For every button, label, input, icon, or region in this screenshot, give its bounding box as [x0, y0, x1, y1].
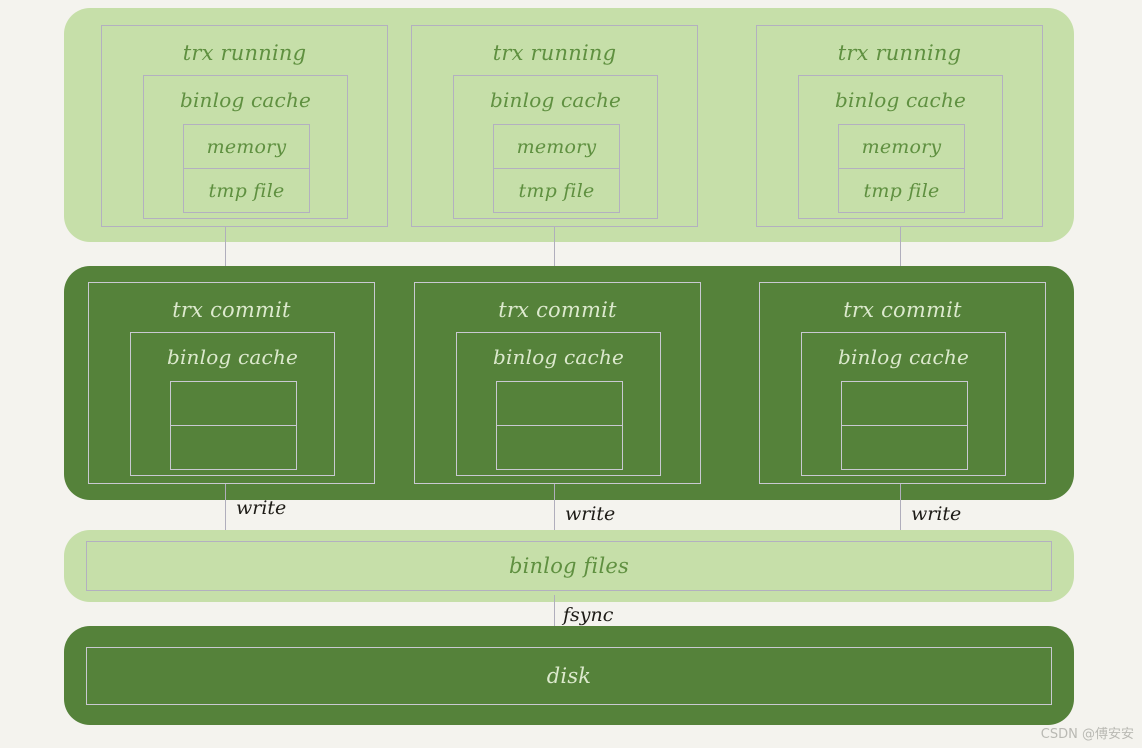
- tmp-file-label-2: tmp file: [518, 180, 595, 202]
- binlog-cache-box-3: binlog cache memory tmp file: [798, 75, 1003, 219]
- memory-box-1: memory: [183, 124, 310, 169]
- commit-slot-box-1a: [170, 381, 297, 426]
- binlog-files-band: binlog files: [64, 530, 1074, 602]
- trx-commit-band: trx commit binlog cache trx commit binlo…: [64, 266, 1074, 500]
- commit-slot-box-3b: [841, 425, 968, 470]
- tmp-file-label-3: tmp file: [863, 180, 940, 202]
- write-label-3: write: [911, 503, 962, 525]
- binlog-cache-label-1: binlog cache: [179, 88, 312, 112]
- binlog-cache-label-2: binlog cache: [489, 88, 622, 112]
- commit-slot-box-2a: [496, 381, 623, 426]
- memory-label-2: memory: [516, 136, 597, 158]
- trx-running-panel-3: trx running binlog cache memory tmp file: [756, 25, 1043, 227]
- trx-running-title-2: trx running: [492, 41, 617, 65]
- commit-slot-box-2b: [496, 425, 623, 470]
- memory-box-2: memory: [493, 124, 620, 169]
- disk-band: disk: [64, 626, 1074, 725]
- disk-label: disk: [546, 664, 592, 688]
- disk-box: disk: [86, 647, 1052, 705]
- commit-binlog-cache-box-1: binlog cache: [130, 332, 335, 476]
- commit-binlog-cache-box-2: binlog cache: [456, 332, 661, 476]
- binlog-cache-box-1: binlog cache memory tmp file: [143, 75, 348, 219]
- diagram-canvas: trx running binlog cache memory tmp file…: [0, 0, 1142, 748]
- tmp-file-box-2: tmp file: [493, 168, 620, 213]
- memory-box-3: memory: [838, 124, 965, 169]
- trx-commit-panel-1: trx commit binlog cache: [88, 282, 375, 484]
- commit-slot-box-3a: [841, 381, 968, 426]
- trx-running-panel-2: trx running binlog cache memory tmp file: [411, 25, 698, 227]
- commit-slot-box-1b: [170, 425, 297, 470]
- trx-commit-title-2: trx commit: [498, 298, 617, 322]
- trx-commit-title-3: trx commit: [843, 298, 962, 322]
- commit-binlog-cache-label-1: binlog cache: [166, 345, 299, 369]
- memory-label-1: memory: [206, 136, 287, 158]
- trx-running-title-1: trx running: [182, 41, 307, 65]
- commit-binlog-cache-label-3: binlog cache: [837, 345, 970, 369]
- write-label-1: write: [236, 497, 287, 519]
- trx-commit-panel-2: trx commit binlog cache: [414, 282, 701, 484]
- tmp-file-box-1: tmp file: [183, 168, 310, 213]
- tmp-file-label-1: tmp file: [208, 180, 285, 202]
- binlog-cache-label-3: binlog cache: [834, 88, 967, 112]
- binlog-files-box: binlog files: [86, 541, 1052, 591]
- binlog-cache-box-2: binlog cache memory tmp file: [453, 75, 658, 219]
- trx-running-panel-1: trx running binlog cache memory tmp file: [101, 25, 388, 227]
- trx-running-band: trx running binlog cache memory tmp file…: [64, 8, 1074, 242]
- fsync-label: fsync: [563, 604, 614, 626]
- memory-label-3: memory: [861, 136, 942, 158]
- trx-running-title-3: trx running: [837, 41, 962, 65]
- csdn-watermark: CSDN @傅安安: [1040, 727, 1134, 742]
- commit-binlog-cache-box-3: binlog cache: [801, 332, 1006, 476]
- binlog-files-label: binlog files: [509, 554, 629, 578]
- write-label-2: write: [565, 503, 616, 525]
- tmp-file-box-3: tmp file: [838, 168, 965, 213]
- trx-commit-title-1: trx commit: [172, 298, 291, 322]
- trx-commit-panel-3: trx commit binlog cache: [759, 282, 1046, 484]
- commit-binlog-cache-label-2: binlog cache: [492, 345, 625, 369]
